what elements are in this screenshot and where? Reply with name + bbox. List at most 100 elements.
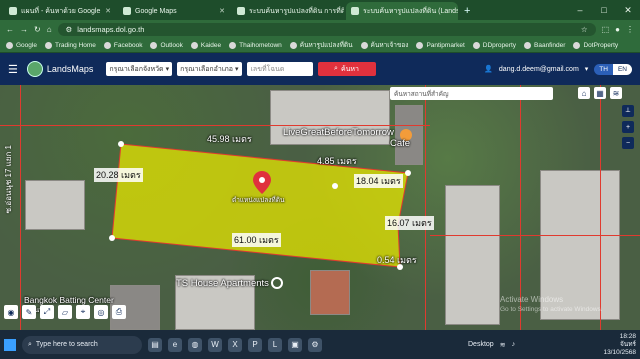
layers-icon[interactable]: ≋ [610,87,622,99]
zoom-out-icon[interactable]: − [622,137,634,149]
dimension-label: 4.85 เมตร [317,156,357,166]
home-icon[interactable]: ⌂ [47,25,52,34]
parcel-vertex[interactable] [118,141,124,147]
bookmark-icon [229,41,237,49]
map-view[interactable]: 45.98 เมตร 4.85 เมตร 20.28 เมตร 18.04 เม… [0,85,640,330]
site-info-icon[interactable]: ⚙ [66,25,73,34]
bookmark-icon [416,41,424,49]
browser-tab-4[interactable]: ระบบค้นหารูปแปลงที่ดิน (LandsMap)✕ [346,2,458,20]
close-icon[interactable]: ✕ [219,7,225,15]
target-icon[interactable]: ◎ [94,305,108,319]
tab-favicon [351,7,359,15]
parcel-vertex[interactable] [332,183,338,189]
print-icon[interactable]: ⎙ [112,305,126,319]
bookmark-item[interactable]: Kaidee [190,41,221,49]
back-icon[interactable]: ← [6,25,14,34]
app-logo[interactable]: LandsMaps [26,61,93,77]
dimension-label: 45.98 เมตร [207,134,252,144]
chrome-icon[interactable]: ◍ [188,337,202,352]
parcel-vertex[interactable] [405,170,411,176]
bookmark-item[interactable]: Outlook [150,41,183,49]
bookmark-item[interactable]: Baanfinder [524,41,565,49]
bookmark-item[interactable]: Pantipmarket [416,41,465,49]
tab-favicon [237,7,245,15]
pencil-icon[interactable]: ✎ [22,305,36,319]
minimize-icon[interactable]: – [568,0,592,20]
user-area: 👤 dang.d.deem@gmail.com ▾ TH EN [484,63,632,75]
profile-icon[interactable]: ● [615,25,620,34]
bookmark-icon [524,41,531,49]
bookmark-item[interactable]: Google [6,41,37,49]
language-toggle: TH EN [594,63,632,75]
parcel-polygon[interactable] [111,143,409,268]
close-window-icon[interactable]: ✕ [616,0,640,20]
bookmark-item[interactable]: DDproperty [472,41,516,49]
dimension-label: 0.54 เมตร [377,255,417,265]
new-tab-button[interactable]: + [464,2,470,20]
windows-start-icon[interactable] [4,338,16,351]
place-label: LiveGreatBeforeTomorrow [283,127,394,138]
excel-icon[interactable]: X [228,337,242,352]
settings-icon[interactable]: ⚙ [308,337,322,352]
taskbar-search-input[interactable]: ⌕ Type here to search [22,335,142,354]
logo-icon [26,61,43,77]
word-icon[interactable]: W [208,337,222,352]
grid-icon[interactable]: ▦ [594,87,606,99]
zoom-in-icon[interactable]: + [622,121,634,133]
system-clock[interactable]: 18:28 จันทร์ 13/10/2568 [603,333,636,357]
lang-th-button[interactable]: TH [594,63,613,75]
browser-tab-2[interactable]: Google Maps ✕ [118,2,230,20]
ruler-icon[interactable]: ⟂ [622,105,634,117]
file-explorer-icon[interactable]: ▤ [148,337,162,352]
map-place-search-input[interactable]: ค้นหาสถานที่สำคัญ [390,87,553,100]
hamburger-menu-icon[interactable]: ☰ [8,63,18,76]
volume-icon[interactable]: ♪ [512,341,516,348]
province-select[interactable]: กรุณาเลือกจังหวัด ▾ [106,62,173,76]
parcel-number-input[interactable]: เลขที่โฉนด [246,62,313,76]
eye-icon[interactable]: ◉ [4,305,18,319]
address-bar[interactable]: ⚙ landsmaps.dol.go.th ☆ [57,22,596,36]
bookmark-item[interactable]: Facebook [103,41,142,49]
powerpoint-icon[interactable]: P [248,337,262,352]
reload-icon[interactable]: ↻ [34,25,41,34]
browser-tab-3[interactable]: ระบบค้นหารูปแปลงที่ดิน การที่ดิน - ค้น✕ [232,2,344,20]
bookmark-item[interactable]: ค้นหารูปแปลงที่ดิน [289,40,353,50]
bookmarks-bar: Google Trading Home Facebook Outlook Kai… [0,38,640,53]
line-icon[interactable]: L [268,337,282,352]
parcel-marker-label: ตำแหน่งแปลงที่ดิน [232,197,285,204]
search-icon: ⌕ [334,65,338,72]
search-button[interactable]: ⌕ ค้นหา [317,62,376,76]
bookmark-icon [103,41,111,49]
bookmark-item[interactable]: Thaihometown [229,41,282,49]
desktop-label[interactable]: Desktop [468,341,494,348]
place-marker-icon[interactable] [271,277,283,289]
close-icon[interactable]: ✕ [105,7,111,15]
home-map-icon[interactable]: ⌂ [578,87,590,99]
extensions-icon[interactable]: ⬚ [602,25,610,34]
bookmark-icon [360,41,368,49]
user-icon: 👤 [484,66,493,73]
star-icon[interactable]: ☆ [581,25,588,34]
district-select[interactable]: กรุณาเลือกอำเภอ ▾ [177,62,242,76]
activate-windows-watermark: Activate Windows Go to Settings to activ… [500,295,603,313]
area-icon[interactable]: ▱ [58,305,72,319]
edge-browser-icon[interactable]: e [168,337,182,352]
pin-icon[interactable]: ⌖ [76,305,90,319]
user-email[interactable]: dang.d.deem@gmail.com [499,66,579,73]
parcel-vertex[interactable] [109,235,115,241]
measure-icon[interactable]: ⤢ [40,305,54,319]
lang-en-button[interactable]: EN [612,63,632,75]
browser-tab-1[interactable]: แผนที่ - ค้นหาด้วย Google ✕ [4,2,116,20]
windows-taskbar: ⌕ Type here to search ▤ e ◍ W X P L ▣ ⚙ … [0,330,640,359]
wifi-icon[interactable]: ≋ [500,341,506,349]
chevron-down-icon[interactable]: ▾ [585,65,589,73]
parcel-overlay[interactable] [0,85,640,330]
menu-icon[interactable]: ⋮ [626,25,634,34]
bookmark-item[interactable]: ค้นหาเจ้าของ [360,40,408,50]
store-icon[interactable]: ▣ [288,337,302,352]
maximize-icon[interactable]: □ [592,0,616,20]
bookmark-item[interactable]: DotProperty [573,41,618,49]
bookmark-item[interactable]: Trading Home [44,41,96,49]
dimension-label: 20.28 เมตร [94,168,143,182]
forward-icon[interactable]: → [20,25,28,34]
